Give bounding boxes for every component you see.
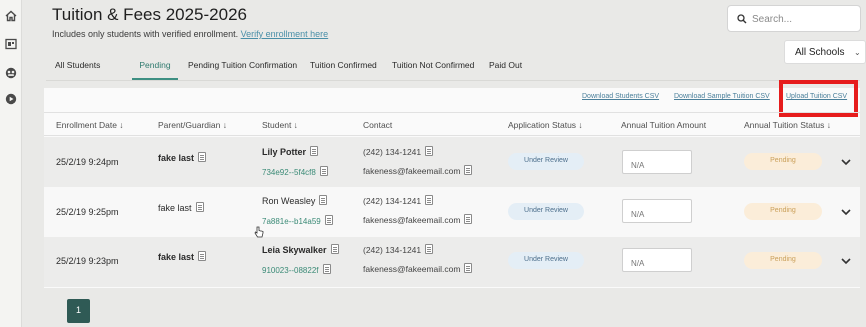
school-filter-value: All Schools (795, 47, 845, 58)
contact-phone-text: (242) 134-1241 (363, 196, 422, 206)
col-parent-guardian[interactable]: Parent/Guardian ↓ (158, 120, 227, 130)
tuition-status-badge: Pending (744, 153, 822, 170)
tab-tuition-confirmed[interactable]: Tuition Confirmed (310, 52, 377, 80)
contact-phone-text: (242) 134-1241 (363, 245, 422, 255)
student-name-text: Ron Weasley (262, 196, 316, 206)
download-sample-tuition-csv-link[interactable]: Download Sample Tuition CSV (674, 93, 770, 100)
parent-name-text: fake last (158, 203, 192, 213)
document-icon[interactable] (330, 244, 339, 254)
main-content: Tuition & Fees 2025-2026 Includes only s… (22, 0, 866, 327)
enrollment-date: 25/2/19 9:25pm (56, 207, 119, 217)
play-icon[interactable] (5, 93, 17, 105)
dashboard-icon[interactable] (5, 38, 17, 50)
verify-enrollment-link[interactable]: Verify enrollment here (241, 29, 329, 39)
users-icon[interactable] (5, 67, 17, 79)
document-icon[interactable] (464, 263, 473, 273)
chevron-down-icon: ⌄ (854, 48, 861, 57)
document-icon[interactable] (324, 215, 333, 225)
document-icon[interactable] (425, 244, 434, 254)
student-name: Leia Skywalker (262, 244, 339, 255)
download-students-csv-link[interactable]: Download Students CSV (582, 93, 659, 100)
home-icon[interactable] (5, 10, 17, 22)
col-contact: Contact (363, 120, 393, 130)
col-student[interactable]: Student ↓ (262, 120, 298, 130)
student-id: 734e92--5f4cf8 (262, 166, 328, 177)
document-icon[interactable] (310, 146, 319, 156)
student-name: Lily Potter (262, 146, 319, 157)
document-icon[interactable] (319, 195, 328, 205)
document-icon[interactable] (464, 165, 473, 175)
document-icon[interactable] (198, 152, 207, 162)
contact-email-text: fakeness@fakeemail.com (363, 166, 461, 176)
enrollment-date: 25/2/19 9:24pm (56, 157, 119, 167)
col-enrollment-date[interactable]: Enrollment Date ↓ (56, 120, 124, 130)
contact-email-text: fakeness@fakeemail.com (363, 215, 461, 225)
col-application-status[interactable]: Application Status ↓ (508, 120, 583, 130)
tuition-status-badge: Pending (744, 252, 822, 269)
chevron-down-icon[interactable] (839, 155, 853, 169)
search-icon (737, 14, 747, 24)
chevron-down-icon[interactable] (839, 254, 853, 268)
tab-paid-out[interactable]: Paid Out (489, 52, 522, 80)
table-row[interactable]: 25/2/19 9:24pm fake last Lily Potter 734… (44, 137, 860, 187)
table-header: Enrollment Date ↓ Parent/Guardian ↓ Stud… (44, 112, 860, 136)
student-name-text: Leia Skywalker (262, 245, 327, 255)
col-annual-tuition-amount: Annual Tuition Amount (621, 120, 707, 130)
pointer-cursor-icon (254, 226, 264, 238)
chevron-down-icon[interactable] (839, 205, 853, 219)
school-filter-select[interactable]: All Schools ⌄ (784, 40, 866, 64)
parent-name: fake last (158, 152, 207, 163)
col-annual-tuition-status[interactable]: Annual Tuition Status ↓ (744, 120, 831, 130)
document-icon[interactable] (319, 166, 328, 176)
parent-name-text: fake last (158, 252, 195, 262)
search-input[interactable] (752, 11, 856, 27)
parent-name: fake last (158, 202, 204, 213)
student-name: Ron Weasley (262, 195, 328, 206)
tab-pending[interactable]: Pending (132, 52, 178, 80)
nav-rail (0, 0, 22, 327)
tuition-status-badge: Pending (744, 203, 822, 220)
tab-pending-tuition-confirmation[interactable]: Pending Tuition Confirmation (188, 52, 297, 80)
document-icon[interactable] (464, 214, 473, 224)
contact-phone: (242) 134-1241 (363, 146, 434, 157)
search-box[interactable] (727, 5, 861, 32)
contact-phone-text: (242) 134-1241 (363, 147, 422, 157)
student-id-text: 7a881e--b14a59 (262, 217, 321, 226)
contact-email-text: fakeness@fakeemail.com (363, 264, 461, 274)
document-icon[interactable] (322, 264, 331, 274)
student-id-text: 734e92--5f4cf8 (262, 168, 316, 177)
student-id-text: 910023--08822f (262, 266, 319, 275)
page-title: Tuition & Fees 2025-2026 (52, 5, 247, 24)
contact-email: fakeness@fakeemail.com (363, 165, 473, 176)
tuition-amount-input[interactable] (622, 150, 692, 174)
contact-email: fakeness@fakeemail.com (363, 263, 473, 274)
student-id: 910023--08822f (262, 264, 331, 275)
contact-email: fakeness@fakeemail.com (363, 214, 473, 225)
document-icon[interactable] (425, 195, 434, 205)
document-icon[interactable] (425, 146, 434, 156)
page-subtitle: Includes only students with verified enr… (52, 29, 328, 39)
application-status-badge: Under Review (508, 153, 584, 170)
contact-phone: (242) 134-1241 (363, 244, 434, 255)
parent-name-text: fake last (158, 153, 195, 163)
tuition-amount-input[interactable] (622, 248, 692, 272)
tabs-divider (46, 80, 860, 81)
subtitle-text: Includes only students with verified enr… (52, 29, 239, 39)
application-status-badge: Under Review (508, 252, 584, 269)
tab-all-students[interactable]: All Students (55, 52, 100, 80)
contact-phone: (242) 134-1241 (363, 195, 434, 206)
student-id: 7a881e--b14a59 (262, 215, 333, 226)
tuition-amount-input[interactable] (622, 199, 692, 223)
document-icon[interactable] (198, 251, 207, 261)
student-name-text: Lily Potter (262, 147, 307, 157)
application-status-badge: Under Review (508, 203, 584, 220)
tab-tuition-not-confirmed[interactable]: Tuition Not Confirmed (392, 52, 474, 80)
document-icon[interactable] (195, 202, 204, 212)
pagination-page-button[interactable]: 1 (67, 299, 90, 323)
table-row[interactable]: 25/2/19 9:23pm fake last Leia Skywalker … (44, 237, 860, 287)
enrollment-date: 25/2/19 9:23pm (56, 256, 119, 266)
parent-name: fake last (158, 251, 207, 262)
table-row[interactable]: 25/2/19 9:25pm fake last Ron Weasley 7a8… (44, 187, 860, 237)
